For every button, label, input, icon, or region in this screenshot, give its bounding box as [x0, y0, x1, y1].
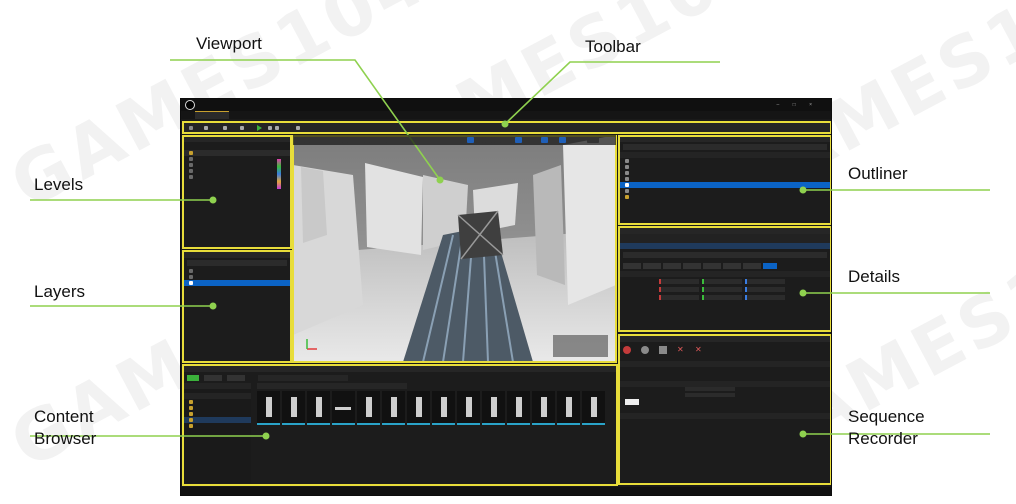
- callout-content-browser: Content Browser: [34, 407, 97, 448]
- rotation-snap-icon: [559, 137, 566, 143]
- asset-thumbnail: [357, 391, 380, 425]
- asset-thumbnail: [407, 391, 430, 425]
- perspective-button: [309, 137, 343, 143]
- recorder-toolbar: ✕ ✕: [619, 342, 831, 356]
- callout-details: Details: [848, 267, 900, 286]
- asset-thumbnail: [532, 391, 555, 425]
- asset-thumbnail: [257, 391, 280, 425]
- pause-icon: [268, 125, 272, 130]
- content-browser-panel: [183, 365, 616, 485]
- lit-button: [347, 137, 365, 143]
- editor-menu-bar: – □ ×: [181, 99, 831, 111]
- add-actor-icon: [223, 125, 227, 130]
- move-tool-icon: [476, 137, 483, 143]
- record-icon: [623, 346, 631, 354]
- viewport-scene: [293, 135, 616, 362]
- asset-thumbnail: [307, 391, 330, 425]
- rotate-tool-icon: [485, 137, 492, 143]
- callout-levels: Levels: [34, 175, 84, 194]
- select-tool-icon: [467, 137, 474, 143]
- content-search-input: [257, 383, 407, 389]
- stop-icon: [275, 125, 279, 130]
- outliner-search-input: [623, 144, 827, 150]
- callout-viewport: Viewport: [196, 34, 262, 53]
- add-content-button: [187, 375, 199, 381]
- remove-icon: ✕: [677, 345, 684, 354]
- remove-all-icon: ✕: [695, 345, 702, 354]
- editor-screenshot: – □ × ✕ ✕: [180, 98, 832, 496]
- asset-thumbnails: [257, 391, 607, 425]
- viewport-menu-icon: [297, 137, 305, 143]
- callout-layers: Layers: [34, 282, 86, 301]
- layers-panel: [183, 251, 291, 362]
- save-all-button: [227, 375, 245, 381]
- select-mode-icon: [204, 125, 208, 130]
- editor-toolbar: [183, 122, 831, 133]
- scale-tool-icon: [494, 137, 501, 143]
- show-button: [369, 137, 387, 143]
- callout-outliner: Outliner: [848, 164, 908, 183]
- import-button: [204, 375, 222, 381]
- layers-search-input: [187, 260, 287, 266]
- add-player-icon: [659, 346, 667, 354]
- platforms-icon: [296, 125, 300, 130]
- asset-thumbnail: [507, 391, 530, 425]
- details-panel: [619, 227, 831, 331]
- editor-tab-strip: [181, 111, 831, 119]
- asset-thumbnail: [382, 391, 405, 425]
- content-path-breadcrumb: [258, 375, 348, 381]
- levels-panel: [183, 135, 291, 247]
- outliner-panel: [619, 135, 831, 223]
- sequence-recorder-panel: ✕ ✕: [619, 335, 831, 483]
- grid-snap-icon: [541, 137, 548, 143]
- play-icon: [257, 124, 262, 131]
- engine-logo-icon: [185, 100, 195, 110]
- details-filter-tabs: [619, 261, 831, 271]
- asset-thumbnail: [332, 391, 355, 425]
- camera-speed-icon: [587, 137, 599, 143]
- asset-thumbnail: [282, 391, 305, 425]
- window-buttons-icon: – □ ×: [776, 102, 818, 108]
- content-folder-tree: [183, 383, 251, 483]
- viewport-toolbar: [293, 135, 616, 145]
- world-space-icon: [515, 137, 522, 143]
- asset-thumbnail: [557, 391, 580, 425]
- editor-status-bar: [181, 487, 831, 495]
- asset-thumbnail: [582, 391, 605, 425]
- callout-toolbar: Toolbar: [585, 37, 641, 56]
- callout-sequence-recorder: Sequence Recorder: [848, 407, 925, 448]
- level-color-swatches: [277, 159, 281, 189]
- asset-thumbnail: [482, 391, 505, 425]
- details-search-input: [623, 252, 827, 258]
- add-icon: [641, 346, 649, 354]
- save-icon: [189, 125, 193, 130]
- asset-thumbnail: [432, 391, 455, 425]
- asset-thumbnail: [457, 391, 480, 425]
- blueprint-icon: [240, 125, 244, 130]
- map-tab: [195, 111, 229, 119]
- viewport-panel: [293, 135, 616, 362]
